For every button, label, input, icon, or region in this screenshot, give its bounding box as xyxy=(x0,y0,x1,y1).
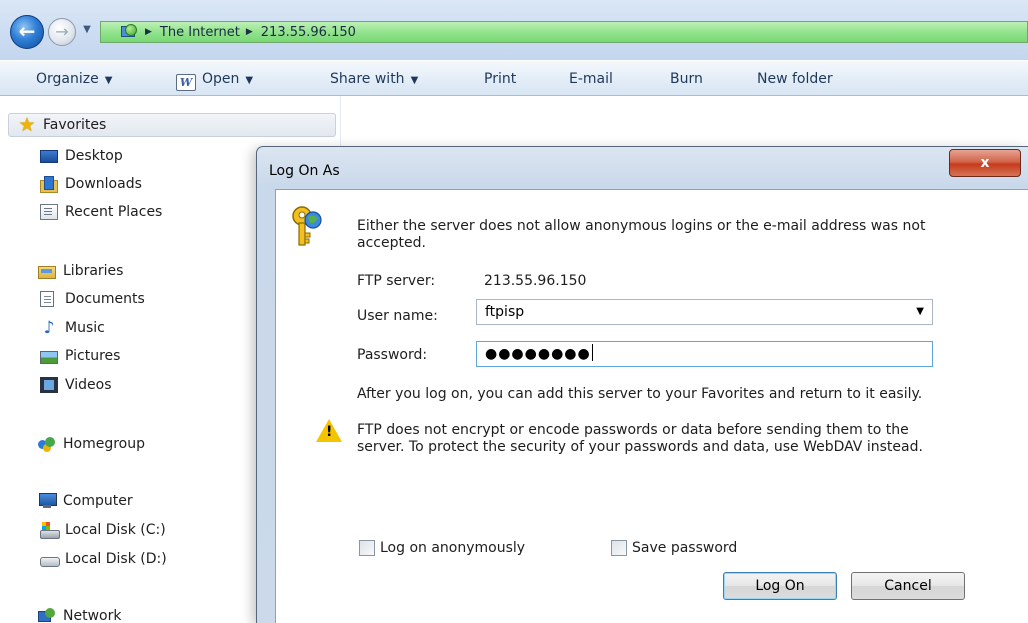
sidebar-item-recent-places[interactable]: Recent Places xyxy=(40,200,162,224)
key-icon xyxy=(292,206,322,246)
close-icon: x xyxy=(980,155,990,171)
network-icon xyxy=(38,608,56,623)
sidebar-item-label: Downloads xyxy=(65,176,142,192)
organize-label: Organize xyxy=(36,71,99,87)
sidebar-item-label: Favorites xyxy=(43,117,107,133)
log-on-button[interactable]: Log On xyxy=(723,572,837,600)
hard-drive-icon xyxy=(40,551,60,567)
save-password-checkbox[interactable] xyxy=(611,540,627,556)
sidebar-item-documents[interactable]: Documents xyxy=(40,287,145,311)
ftp-server-label: FTP server: xyxy=(357,273,436,289)
forward-arrow-icon[interactable]: → xyxy=(48,18,76,46)
breadcrumb-separator-icon[interactable]: ▶ xyxy=(145,27,152,37)
log-on-anonymously-checkbox[interactable] xyxy=(359,540,375,556)
sidebar-item-label: Music xyxy=(65,320,105,336)
computer-icon xyxy=(38,493,57,509)
sidebar-item-downloads[interactable]: Downloads xyxy=(40,172,142,196)
sidebar-item-label: Recent Places xyxy=(65,204,163,220)
user-name-value: ftpisp xyxy=(485,304,525,320)
warning-line-1: FTP does not encrypt or encode passwords… xyxy=(357,422,909,438)
password-masked-value: ●●●●●●●● xyxy=(485,346,591,362)
sidebar-item-computer[interactable]: Computer xyxy=(38,489,133,513)
sidebar-item-network[interactable]: Network xyxy=(38,604,121,623)
command-bar: Organize ▼ W Open ▼ Share with ▼ Print E-mai… xyxy=(0,60,1028,96)
ftp-server-value: 213.55.96.150 xyxy=(484,273,587,289)
chevron-down-icon: ▼ xyxy=(410,75,419,86)
favorites-note: After you log on, you can add this serve… xyxy=(357,386,923,402)
documents-icon xyxy=(40,291,54,307)
dialog-title: Log On As xyxy=(269,163,340,179)
chevron-down-icon[interactable]: ▼ xyxy=(916,300,924,324)
sidebar-item-desktop[interactable]: Desktop xyxy=(40,144,123,168)
sidebar-item-local-disk-d[interactable]: Local Disk (D:) xyxy=(40,547,167,571)
open-label: Open xyxy=(202,71,240,87)
open-button[interactable]: W Open ▼ xyxy=(176,69,254,91)
user-name-label: User name: xyxy=(357,308,438,324)
sidebar-item-pictures[interactable]: Pictures xyxy=(40,344,120,368)
save-password-label[interactable]: Save password xyxy=(632,539,737,557)
homegroup-icon xyxy=(38,436,56,452)
star-icon: ★ xyxy=(18,114,36,136)
sidebar-item-homegroup[interactable]: Homegroup xyxy=(38,432,145,456)
chevron-down-icon: ▼ xyxy=(104,75,113,86)
password-label: Password: xyxy=(357,347,428,363)
sidebar-item-label: Pictures xyxy=(65,348,121,364)
downloads-folder-icon xyxy=(40,176,58,193)
chevron-down-icon: ▼ xyxy=(245,75,254,86)
sidebar-item-label: Documents xyxy=(65,291,145,307)
share-with-label: Share with xyxy=(330,71,405,87)
warning-line-2: server. To protect the security of your … xyxy=(357,439,923,455)
recent-places-icon xyxy=(40,204,58,220)
wordpad-icon: W xyxy=(176,74,196,91)
password-field[interactable]: ●●●●●●●● xyxy=(476,341,933,367)
cancel-button[interactable]: Cancel xyxy=(851,572,965,600)
breadcrumb-server[interactable]: 213.55.96.150 xyxy=(261,25,356,40)
log-on-anonymously-label[interactable]: Log on anonymously xyxy=(380,539,525,557)
warning-exclamation-icon: ! xyxy=(326,424,333,440)
print-button[interactable]: Print xyxy=(484,69,516,89)
user-name-combo[interactable]: ftpisp ▼ xyxy=(476,299,933,325)
sidebar-item-local-disk-c[interactable]: Local Disk (C:) xyxy=(40,518,166,542)
address-field[interactable]: ▶ The Internet ▶ 213.55.96.150 xyxy=(100,21,1028,43)
back-arrow-icon[interactable]: ← xyxy=(10,15,44,49)
sidebar-item-music[interactable]: ♪ Music xyxy=(40,316,105,340)
breadcrumb-internet[interactable]: The Internet xyxy=(160,25,240,40)
address-bar: ← → ▼ ▶ The Internet ▶ 213.55.96.150 xyxy=(0,0,1028,60)
sidebar-item-label: Homegroup xyxy=(63,436,146,452)
share-with-button[interactable]: Share with ▼ xyxy=(330,69,418,89)
message-line-2: accepted. xyxy=(357,235,426,251)
close-button[interactable]: x xyxy=(949,149,1021,177)
email-button[interactable]: E-mail xyxy=(569,69,613,89)
desktop-icon xyxy=(40,150,58,163)
organize-button[interactable]: Organize ▼ xyxy=(36,69,112,89)
network-globe-icon xyxy=(121,24,139,40)
sidebar-item-label: Local Disk (D:) xyxy=(65,551,167,567)
recent-pages-chevron-down-icon[interactable]: ▼ xyxy=(80,21,94,39)
burn-button[interactable]: Burn xyxy=(670,69,703,89)
sidebar-item-videos[interactable]: Videos xyxy=(40,373,112,397)
text-cursor xyxy=(591,344,593,361)
system-drive-icon xyxy=(40,522,60,539)
sidebar-item-libraries[interactable]: Libraries xyxy=(38,259,123,283)
libraries-icon xyxy=(38,265,56,279)
sidebar-item-favorites[interactable]: ★ Favorites xyxy=(8,113,336,137)
dialog-body xyxy=(275,189,1028,623)
music-note-icon: ♪ xyxy=(43,318,55,338)
sidebar-item-label: Local Disk (C:) xyxy=(65,522,166,538)
sidebar-item-label: Libraries xyxy=(63,263,124,279)
sidebar-item-label: Desktop xyxy=(65,148,123,164)
sidebar-item-label: Computer xyxy=(63,493,133,509)
videos-film-icon xyxy=(40,377,58,393)
pictures-icon xyxy=(40,350,58,364)
breadcrumb-separator-icon[interactable]: ▶ xyxy=(246,27,253,37)
sidebar-item-label: Videos xyxy=(65,377,112,393)
new-folder-button[interactable]: New folder xyxy=(757,69,833,89)
sidebar-item-label: Network xyxy=(63,608,122,623)
message-line-1: Either the server does not allow anonymo… xyxy=(357,218,926,234)
